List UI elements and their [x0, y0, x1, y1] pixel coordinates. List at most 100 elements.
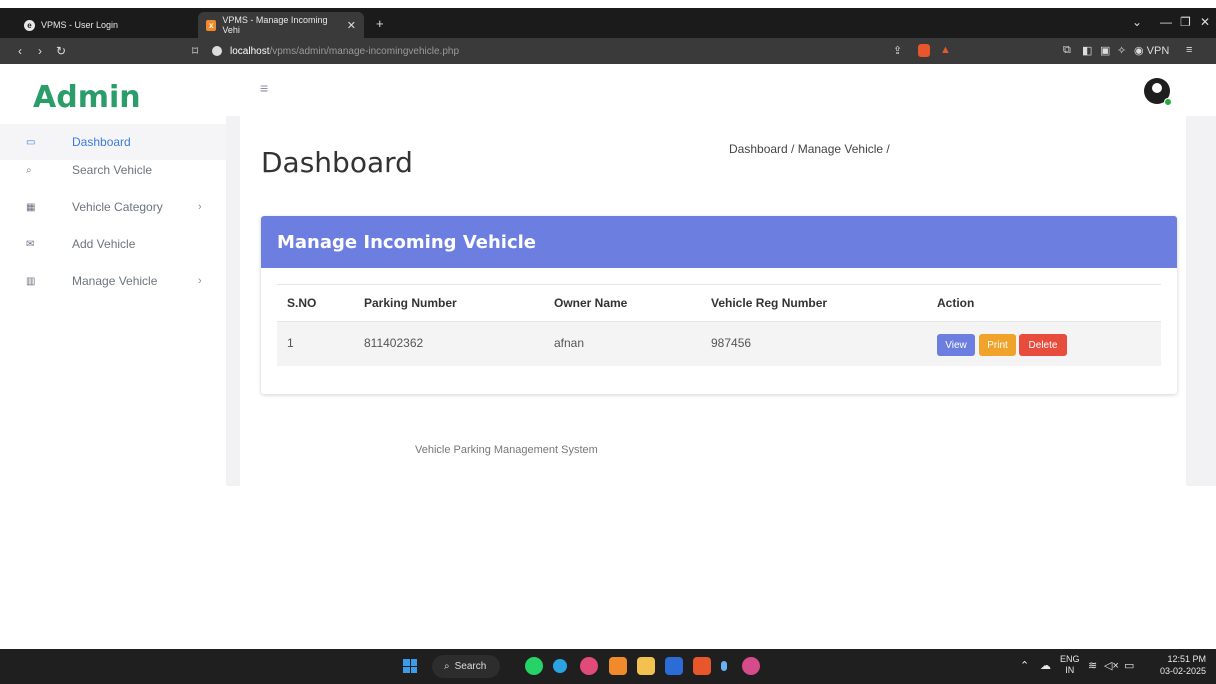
sidebar-item-manage-vehicle[interactable]: ▥ Manage Vehicle › — [0, 263, 226, 299]
cell-parking-number: 811402362 — [364, 336, 424, 350]
page-title: Dashboard — [261, 146, 413, 179]
sidebar-item-vehicle-category[interactable]: ▦ Vehicle Category › — [0, 189, 226, 225]
info-icon[interactable] — [212, 46, 222, 56]
tab-manage-incoming[interactable]: x VPMS - Manage Incoming Vehi ✕ — [198, 12, 364, 38]
browser-tab-bar: e VPMS - User Login x VPMS - Manage Inco… — [0, 8, 1216, 38]
app-icon[interactable] — [721, 661, 727, 671]
bookmark-icon[interactable]: ⌑ — [192, 44, 198, 58]
forward-icon[interactable]: › — [38, 44, 42, 58]
table-header: S.NO Parking Number Owner Name Vehicle R… — [277, 284, 1161, 322]
column-header-sno: S.NO — [287, 296, 317, 310]
xampp-taskbar-icon[interactable] — [609, 657, 627, 675]
extensions-icon[interactable]: ⧉ — [1063, 44, 1071, 57]
restore-icon[interactable]: ❐ — [1180, 15, 1191, 29]
new-tab-button[interactable]: + — [376, 16, 384, 31]
telegram-icon[interactable] — [553, 659, 567, 673]
wifi-icon[interactable]: ≋ — [1088, 659, 1097, 672]
card-header: Manage Incoming Vehicle — [261, 216, 1177, 268]
system-clock[interactable]: 12:51 PM 03-02-2025 — [1160, 653, 1206, 677]
chevron-up-icon[interactable]: ⌃ — [1020, 659, 1029, 672]
windows-taskbar: ⌕ Search ⌃ ☁ ENG IN ≋ ◁× ▭ 12:51 PM 03-02… — [0, 649, 1216, 684]
tab-title: VPMS - User Login — [41, 20, 119, 30]
column-header-parking-number: Parking Number — [364, 296, 457, 310]
tab-user-login[interactable]: e VPMS - User Login — [16, 12, 206, 38]
column-header-action: Action — [937, 296, 975, 310]
sidebar-item-label: Manage Vehicle — [72, 274, 158, 288]
edge-icon: e — [24, 19, 35, 31]
url-host: localhost — [230, 45, 270, 57]
language-indicator[interactable]: ENG IN — [1060, 654, 1080, 676]
hamburger-icon[interactable]: ≡ — [260, 80, 268, 96]
user-avatar[interactable] — [1144, 78, 1172, 106]
browser-taskbar-icon[interactable] — [742, 657, 760, 675]
reload-icon[interactable]: ↻ — [56, 44, 66, 58]
print-button[interactable]: Print — [979, 334, 1016, 356]
share-icon[interactable]: ⇪ — [893, 44, 902, 57]
empty-area — [226, 486, 1216, 649]
xampp-icon: x — [206, 19, 217, 31]
search-label: Search — [454, 661, 487, 672]
sidebar-item-add-vehicle[interactable]: ✉ Add Vehicle — [0, 226, 226, 262]
browser-menu-icon[interactable]: ≡ — [1186, 44, 1192, 56]
brave-rewards-icon[interactable]: ▲ — [940, 44, 951, 56]
windows-start-icon[interactable] — [403, 659, 417, 673]
sidebar: Admin ▭ Dashboard ⌕ Search Vehicle ▦ Veh… — [0, 64, 226, 649]
word-icon[interactable] — [665, 657, 683, 675]
lang-bottom: IN — [1065, 665, 1075, 675]
address-bar: ‹ › ↻ ⌑ localhost/vpms/admin/manage-inco… — [0, 38, 1216, 64]
apps-icon: ▥ — [26, 275, 36, 287]
view-button[interactable]: View — [937, 334, 975, 356]
chevron-down-icon[interactable]: ⌄ — [1132, 15, 1142, 29]
cell-owner-name: afnan — [554, 336, 585, 350]
chevron-right-icon: › — [198, 201, 202, 213]
date: 03-02-2025 — [1160, 666, 1207, 676]
delete-button[interactable]: Delete — [1019, 334, 1067, 356]
sidebar-item-search-vehicle[interactable]: ⌕ Search Vehicle — [0, 152, 226, 188]
laptop-icon: ▭ — [26, 136, 36, 148]
chevron-right-icon: › — [198, 275, 202, 287]
top-strip — [0, 0, 1216, 8]
logo: Admin — [33, 80, 141, 115]
online-status-dot — [1164, 98, 1172, 106]
sidebar-item-label: Add Vehicle — [72, 237, 136, 251]
url-path: /vpms/admin/manage-incomingvehicle.php — [269, 45, 460, 57]
card-title: Manage Incoming Vehicle — [277, 232, 537, 253]
whatsapp-icon[interactable] — [525, 657, 543, 675]
top-header: ≡ — [226, 64, 1216, 116]
file-explorer-icon[interactable] — [637, 657, 655, 675]
volume-icon[interactable]: ◁× — [1104, 659, 1119, 672]
brave-icon[interactable] — [693, 657, 711, 675]
search-icon: ⌕ — [26, 164, 32, 176]
manage-vehicle-card: Manage Incoming Vehicle S.NO Parking Num… — [261, 216, 1177, 394]
close-window-icon[interactable]: ✕ — [1200, 15, 1210, 29]
chrome-icon[interactable] — [580, 657, 598, 675]
footer-text: Vehicle Parking Management System — [415, 444, 598, 456]
cloud-icon[interactable]: ☁ — [1040, 659, 1051, 672]
url-field[interactable]: localhost/vpms/admin/manage-incomingvehi… — [212, 38, 952, 64]
mail-icon: ✉ — [26, 238, 35, 250]
cell-vehicle-reg: 987456 — [711, 336, 752, 350]
sidebar-item-label: Search Vehicle — [72, 163, 153, 177]
taskbar-search[interactable]: ⌕ Search — [432, 655, 500, 678]
cell-sno: 1 — [287, 336, 294, 350]
vpn-button[interactable]: ◉ VPN — [1134, 44, 1169, 57]
breadcrumb[interactable]: Dashboard / Manage Vehicle / — [729, 142, 890, 156]
main-area: Dashboard Dashboard / Manage Vehicle / M… — [226, 116, 1216, 486]
tab-title: VPMS - Manage Incoming Vehi — [222, 15, 328, 35]
time: 12:51 PM — [1167, 654, 1207, 664]
brave-shield-icon[interactable] — [918, 44, 930, 57]
lang-top: ENG — [1060, 654, 1080, 664]
wallet-icon[interactable]: ▣ — [1100, 44, 1110, 57]
search-icon: ⌕ — [444, 661, 450, 672]
content-panel: Dashboard Dashboard / Manage Vehicle / M… — [240, 116, 1186, 486]
minimize-icon[interactable]: — — [1160, 15, 1172, 29]
battery-icon[interactable]: ▭ — [1124, 659, 1134, 672]
close-icon[interactable]: ✕ — [347, 19, 356, 32]
sidebar-toggle-icon[interactable]: ◧ — [1082, 44, 1092, 57]
vpn-label: VPN — [1146, 45, 1170, 57]
column-header-owner-name: Owner Name — [554, 296, 628, 310]
grid-icon: ▦ — [26, 201, 36, 213]
back-icon[interactable]: ‹ — [18, 44, 22, 58]
leo-icon[interactable]: ✧ — [1117, 44, 1126, 57]
sidebar-item-label: Vehicle Category — [72, 200, 163, 214]
